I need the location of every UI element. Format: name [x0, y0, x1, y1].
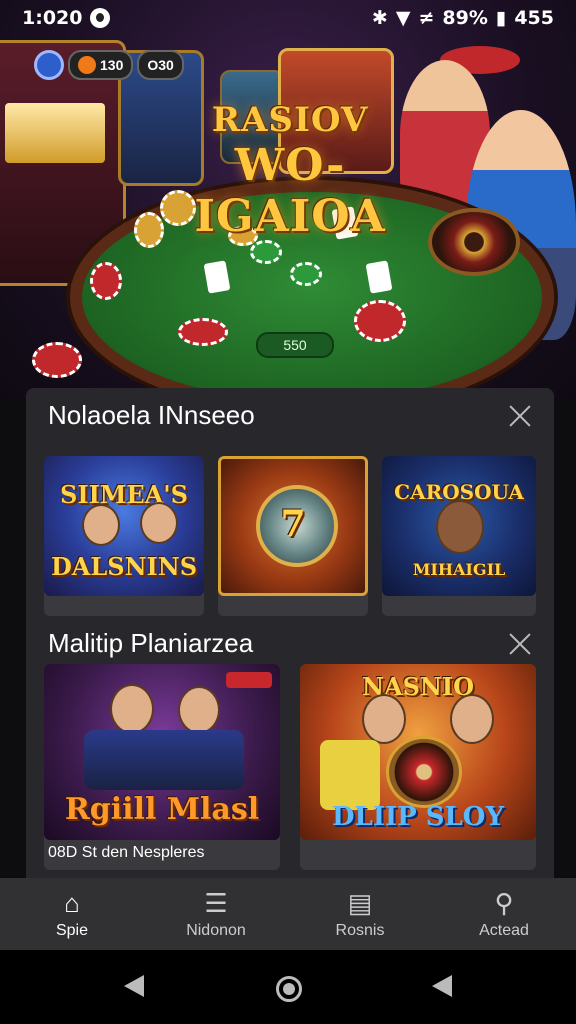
hero-title-line2: WO-IGAIOA [194, 140, 386, 242]
game-tile[interactable]: NASNIO DLIIP SLOY [300, 664, 536, 870]
nav-item-label: Nidonon [186, 922, 246, 939]
search-icon: ⚲ [494, 888, 514, 918]
list-icon: ☰ [204, 888, 228, 918]
status-bar: 1:020 ✱ ▼ ≠ 89% ▮ 455 [0, 0, 576, 36]
nav-item-search[interactable]: ⚲ Actead [432, 878, 576, 950]
chip-icon [178, 318, 228, 346]
roulette-wheel-illustration [386, 736, 462, 808]
bluetooth-icon: ✱ [371, 7, 388, 29]
section-title-featured: Nolaoela INnseeo [48, 400, 255, 430]
character-illustration [436, 500, 484, 554]
character-illustration [140, 502, 178, 544]
chip-stack-icon [32, 342, 82, 378]
game-tile[interactable]: SIIMEA'S DALSNINS [44, 456, 204, 616]
status-clock-right: 455 [514, 7, 554, 29]
nav-item-label: Rosnis [335, 922, 385, 939]
content-panel: Nolaoela INnseeo SIIMEA'S DALSNINS 7 CAR… [26, 388, 554, 878]
chip-icon [354, 300, 406, 342]
hero-badges: 130 O30 [34, 50, 184, 80]
gem-balance-value: O30 [147, 57, 174, 73]
notification-icon [90, 8, 111, 28]
chip-stack-icon [90, 262, 122, 300]
bottom-nav: ⌂ Spie ☰ Nidonon ▤ Rosnis ⚲ Actead [0, 878, 576, 950]
game-tile-subtitle: DALSNINS [50, 552, 198, 581]
game-tile-title: SIIMEA'S [60, 480, 188, 509]
signal-icon: ≠ [418, 7, 435, 29]
recents-icon[interactable] [432, 975, 452, 997]
system-navigation-bar [0, 950, 576, 1024]
game-tile[interactable]: 7 [218, 456, 368, 616]
status-time: 1:020 [22, 7, 83, 29]
game-tile-subtitle: MIHAIGIL [412, 560, 506, 579]
hero-title: RASIOV WO-IGAIOA [150, 100, 430, 242]
game-tile-caption: 08D St den Nespleres [48, 844, 205, 861]
character-illustration [178, 686, 220, 734]
ticket-icon: ▤ [347, 888, 373, 918]
roulette-wheel-illustration [428, 208, 520, 276]
chip-icon [290, 262, 322, 286]
battery-icon: ▮ [495, 7, 507, 29]
section-title-multiplayer: Malitip Planiarzea [48, 628, 254, 658]
battery-percent: 89% [442, 7, 488, 29]
game-tile[interactable]: Rgiill Mlasl 08D St den Nespleres [44, 664, 280, 870]
game-tile-subtitle: DLIIP SLOY [331, 802, 505, 832]
table-bet-label: 550 [256, 332, 334, 358]
profile-badge-icon[interactable] [34, 50, 64, 80]
character-illustration [320, 740, 380, 810]
close-icon[interactable] [506, 402, 534, 430]
nav-item-label: Actead [479, 922, 529, 939]
game-tile-title: 7 [280, 503, 306, 545]
hero-title-line1: RASIOV [211, 100, 369, 140]
nav-item-label: Spie [55, 922, 89, 939]
game-tile[interactable]: CAROSOUA MIHAIGIL [382, 456, 536, 616]
character-illustration [110, 684, 154, 734]
coin-balance-value: 130 [100, 57, 124, 73]
nav-item-ticket[interactable]: ▤ Rosnis [288, 878, 432, 950]
nav-item-home[interactable]: ⌂ Spie [0, 878, 144, 950]
back-icon[interactable] [124, 975, 144, 997]
game-tile-title: NASNIO [362, 672, 474, 701]
players-illustration [84, 730, 244, 790]
close-icon[interactable] [506, 630, 534, 658]
character-illustration [82, 504, 120, 546]
gem-balance-badge[interactable]: O30 [137, 50, 184, 80]
character-illustration [450, 694, 494, 744]
live-badge [226, 672, 272, 688]
coin-icon [78, 56, 96, 74]
nav-item-list[interactable]: ☰ Nidonon [144, 878, 288, 950]
home-button-icon[interactable] [276, 976, 302, 1002]
character-illustration [362, 694, 406, 744]
wifi-icon: ▼ [395, 7, 411, 29]
chip-icon [250, 240, 282, 264]
game-tile-title: Rgiill Mlasl [64, 792, 260, 827]
coin-balance-badge[interactable]: 130 [68, 50, 134, 80]
home-icon: ⌂ [64, 888, 80, 918]
